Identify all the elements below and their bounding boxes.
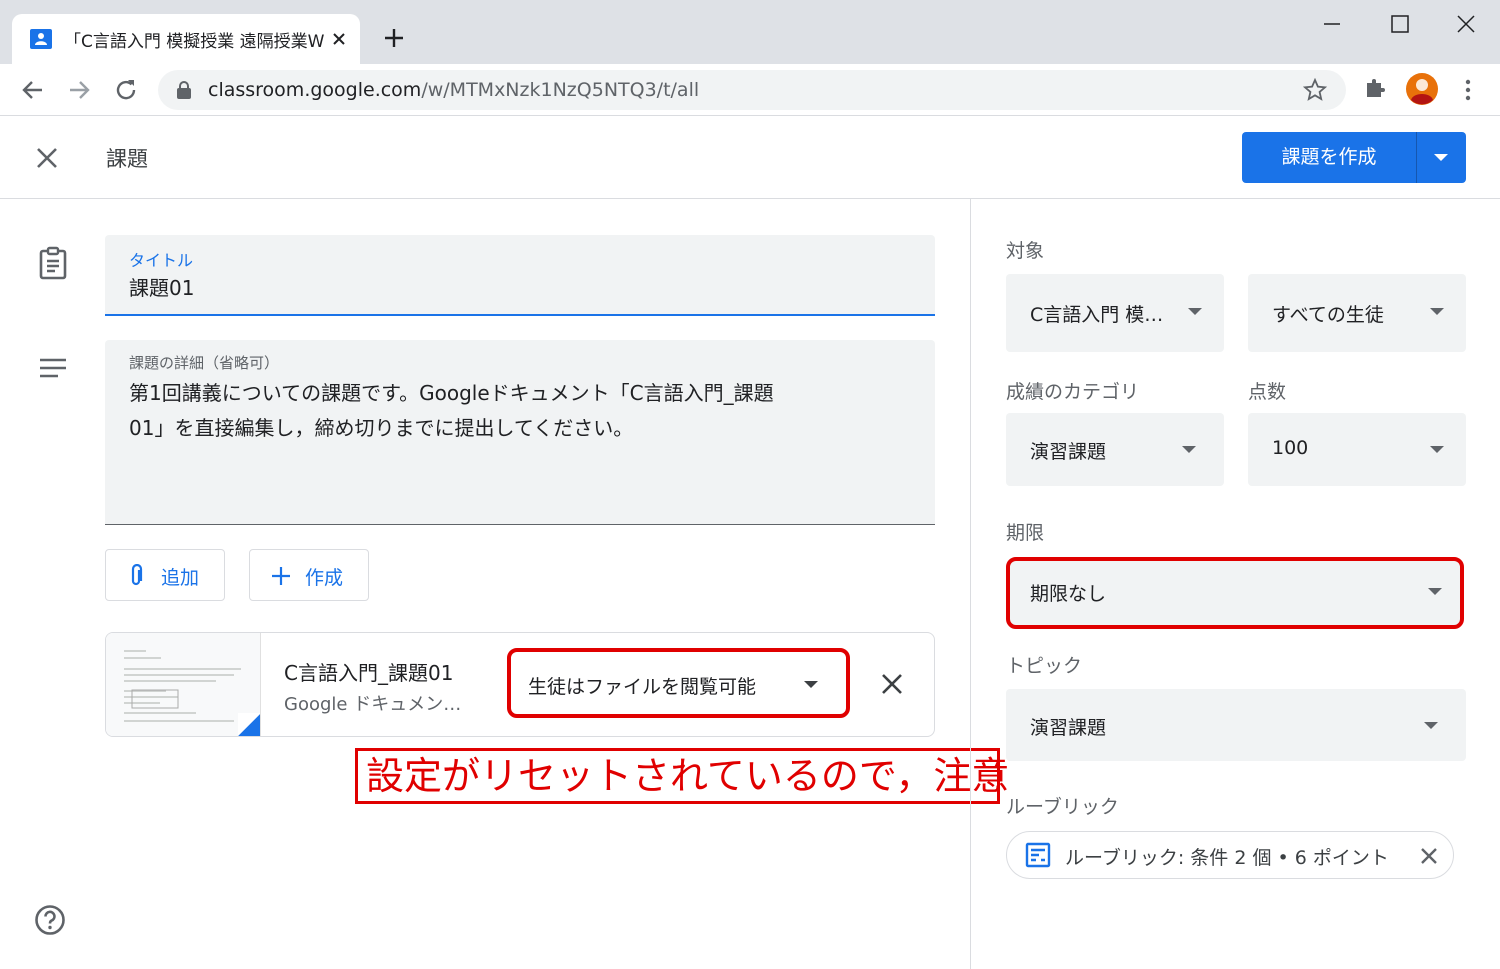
browser-toolbar: classroom.google.com/w/MTMxNzk1NzQ5NTQ3/… [0, 64, 1500, 116]
assignment-header: 課題 課題を作成 [0, 117, 1500, 199]
rubric-icon [1025, 842, 1051, 868]
description-lines-icon [38, 356, 68, 380]
assignment-clipboard-icon [38, 246, 68, 280]
class-value: C言語入門 模… [1030, 304, 1164, 326]
details-line-2: 01」を直接編集し，締め切りまでに提出してください。 [129, 416, 634, 440]
browser-menu-icon[interactable] [1458, 77, 1478, 103]
url-text: classroom.google.com/w/MTMxNzk1NzQ5NTQ3/… [208, 79, 700, 101]
points-value: 100 [1272, 437, 1309, 459]
forward-icon[interactable] [66, 77, 92, 103]
points-label: 点数 [1248, 381, 1287, 403]
class-select[interactable]: C言語入門 模… [1006, 274, 1224, 352]
profile-avatar[interactable] [1406, 73, 1438, 105]
paperclip-icon [128, 564, 144, 588]
title-input[interactable]: タイトル 課題01 [105, 235, 935, 316]
reset-warning-annotation: 設定がリセットされているので，注意 [355, 748, 1009, 804]
browser-tab[interactable]: 「C言語入門 模擬授業 遠隔授業W [12, 14, 360, 64]
topic-value: 演習課題 [1030, 717, 1107, 739]
address-bar[interactable]: classroom.google.com/w/MTMxNzk1NzQ5NTQ3/… [158, 70, 1346, 110]
back-icon[interactable] [20, 77, 46, 103]
chevron-down-icon [1188, 308, 1202, 315]
browser-tab-bar: 「C言語入門 模擬授業 遠隔授業W [0, 0, 1500, 64]
title-label: タイトル [129, 251, 194, 270]
due-label: 期限 [1006, 522, 1045, 544]
details-line-1: 第1回講義についての課題です。Googleドキュメント「C言語入門_課題 [129, 381, 774, 405]
bookmark-star-icon[interactable] [1303, 78, 1327, 102]
page-title: 課題 [106, 147, 148, 171]
chevron-down-icon [1430, 446, 1444, 453]
new-tab-icon[interactable] [382, 26, 406, 50]
tab-title: 「C言語入門 模擬授業 遠隔授業W [64, 32, 324, 52]
add-attachment-button[interactable]: 追加 [105, 549, 225, 601]
create-assignment-button[interactable]: 課題を作成 [1242, 132, 1416, 183]
category-value: 演習課題 [1030, 441, 1107, 463]
create-options-dropdown[interactable] [1416, 132, 1466, 183]
rubric-chip[interactable]: ルーブリック: 条件 2 個 • 6 ポイント [1006, 831, 1454, 879]
close-window-icon[interactable] [1456, 14, 1476, 34]
rubric-label: ルーブリック [1006, 796, 1119, 818]
details-input[interactable]: 課題の詳細（省略可） 第1回講義についての課題です。Googleドキュメント「C… [105, 340, 935, 525]
details-label: 課題の詳細（省略可） [129, 354, 280, 372]
attachment-type: Google ドキュメン… [284, 694, 462, 715]
close-tab-icon[interactable] [330, 30, 348, 48]
students-select[interactable]: すべての生徒 [1248, 274, 1466, 352]
chevron-down-icon [1430, 308, 1444, 315]
classroom-favicon-icon [30, 28, 52, 50]
lock-icon[interactable] [176, 81, 192, 99]
remove-attachment-icon[interactable] [880, 672, 904, 696]
close-icon[interactable] [34, 145, 60, 171]
minimize-icon[interactable] [1322, 14, 1342, 34]
help-icon[interactable] [34, 904, 66, 936]
rubric-chip-label: ルーブリック: 条件 2 個 • 6 ポイント [1065, 847, 1389, 869]
due-highlight-box [1006, 557, 1464, 629]
create-label: 作成 [305, 567, 344, 589]
remove-rubric-icon[interactable] [1419, 846, 1439, 866]
topic-select[interactable]: 演習課題 [1006, 689, 1466, 761]
title-value: 課題01 [129, 276, 195, 300]
target-label: 対象 [1006, 240, 1045, 262]
maximize-icon[interactable] [1390, 14, 1410, 34]
topic-label: トピック [1006, 655, 1083, 677]
extensions-puzzle-icon[interactable] [1363, 77, 1387, 101]
permission-highlight-box [507, 648, 850, 718]
category-label: 成績のカテゴリ [1006, 381, 1140, 403]
chevron-down-icon [1182, 446, 1196, 453]
chevron-down-icon [1434, 154, 1448, 161]
attachment-name: C言語入門_課題01 [284, 661, 454, 685]
points-select[interactable]: 100 [1248, 413, 1466, 486]
plus-icon [270, 565, 292, 587]
category-select[interactable]: 演習課題 [1006, 413, 1224, 486]
add-label: 追加 [161, 567, 200, 589]
reload-icon[interactable] [113, 77, 139, 103]
document-thumbnail [106, 633, 261, 736]
students-value: すべての生徒 [1272, 304, 1384, 326]
chevron-down-icon [1424, 722, 1438, 729]
create-attachment-button[interactable]: 作成 [249, 549, 369, 601]
